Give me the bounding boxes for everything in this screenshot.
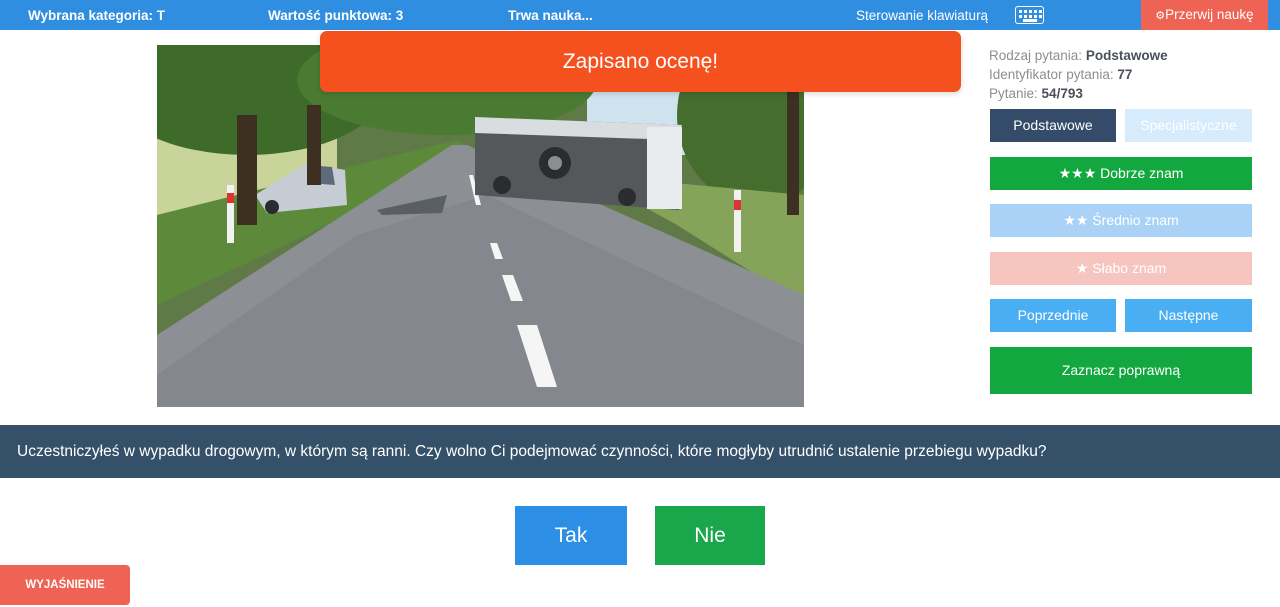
keyboard-control-label[interactable]: Sterowanie klawiaturą	[856, 8, 988, 23]
point-value: Wartość punktowa: 3	[268, 8, 404, 23]
question-id-row: Identyfikator pytania: 77	[989, 65, 1168, 84]
stop-learning-label: Przerwij naukę	[1165, 7, 1254, 22]
question-id-label: Identyfikator pytania:	[989, 67, 1114, 82]
question-progress-value: 54/793	[1041, 86, 1083, 101]
question-progress-label: Pytanie:	[989, 86, 1038, 101]
question-id-value: 77	[1117, 67, 1133, 82]
previous-button[interactable]: Poprzednie	[990, 299, 1116, 332]
gears-icon: ⚙	[1155, 10, 1166, 22]
basic-questions-button[interactable]: Podstawowe	[990, 109, 1116, 142]
know-poorly-button[interactable]: ★ Słabo znam	[990, 252, 1252, 285]
specialist-questions-button[interactable]: Specjalistyczne	[1125, 109, 1252, 142]
top-bar: Wybrana kategoria: T Wartość punktowa: 3…	[0, 0, 1280, 30]
question-image	[157, 45, 804, 407]
question-text: Uczestniczyłeś w wypadku drogowym, w któ…	[0, 425, 1280, 478]
question-type-label: Rodzaj pytania:	[989, 48, 1083, 63]
know-well-button[interactable]: ★★★ Dobrze znam	[990, 157, 1252, 190]
question-info: Rodzaj pytania: Podstawowe Identyfikator…	[989, 46, 1168, 103]
answer-no-button[interactable]: Nie	[655, 506, 765, 565]
learning-status: Trwa nauka...	[508, 8, 593, 23]
selected-category: Wybrana kategoria: T	[28, 8, 166, 23]
explanation-button[interactable]: WYJAŚNIENIE	[0, 565, 130, 605]
stop-learning-button[interactable]: ⚙Przerwij naukę	[1141, 0, 1268, 30]
next-button[interactable]: Następne	[1125, 299, 1252, 332]
know-medium-button[interactable]: ★★ Średnio znam	[990, 204, 1252, 237]
rating-saved-toast: Zapisano ocenę!	[320, 31, 961, 92]
question-type-value: Podstawowe	[1085, 48, 1168, 63]
question-type-row: Rodzaj pytania: Podstawowe	[989, 46, 1168, 65]
mark-correct-button[interactable]: Zaznacz poprawną	[990, 347, 1252, 394]
question-progress-row: Pytanie: 54/793	[989, 84, 1168, 103]
answer-yes-button[interactable]: Tak	[515, 506, 627, 565]
keyboard-icon[interactable]	[1015, 6, 1044, 24]
